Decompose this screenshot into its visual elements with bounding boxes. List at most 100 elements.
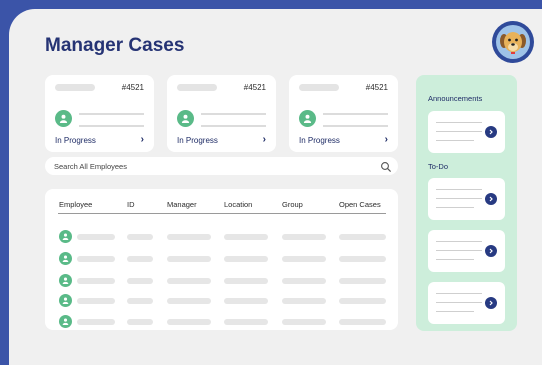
- user-icon: [59, 294, 72, 307]
- employee-table: Employee ID Manager Location Group Open …: [45, 189, 398, 330]
- search-icon[interactable]: [380, 160, 392, 173]
- column-header-id[interactable]: ID: [127, 200, 135, 209]
- cell-placeholder: [339, 234, 386, 240]
- chevron-right-icon[interactable]: ›: [141, 134, 144, 145]
- avatar[interactable]: [492, 21, 534, 63]
- placeholder-line: [436, 311, 474, 312]
- case-status: In Progress: [55, 136, 96, 145]
- cell-placeholder: [339, 319, 386, 325]
- cell-placeholder: [167, 234, 211, 240]
- cell-placeholder: [224, 278, 268, 284]
- cell-placeholder: [224, 298, 268, 304]
- column-header-open-cases[interactable]: Open Cases: [339, 200, 381, 209]
- cell-placeholder: [167, 298, 211, 304]
- todo-card[interactable]: [428, 282, 505, 324]
- cell-placeholder: [77, 319, 115, 325]
- cell-placeholder: [77, 298, 115, 304]
- placeholder-line: [436, 293, 482, 294]
- side-panel: Announcements To-Do: [416, 75, 517, 331]
- case-status: In Progress: [177, 136, 218, 145]
- chevron-right-icon[interactable]: [485, 193, 497, 205]
- chevron-right-icon[interactable]: [485, 297, 497, 309]
- cell-placeholder: [77, 234, 115, 240]
- column-header-employee[interactable]: Employee: [59, 200, 92, 209]
- cell-placeholder: [167, 278, 211, 284]
- header-divider: [58, 213, 386, 214]
- case-id: #4521: [121, 83, 144, 92]
- placeholder-line: [201, 113, 266, 115]
- cell-placeholder: [224, 256, 268, 262]
- cell-placeholder: [224, 319, 268, 325]
- cell-placeholder: [282, 278, 326, 284]
- page-title: Manager Cases: [45, 35, 185, 56]
- announcements-title: Announcements: [428, 94, 483, 103]
- table-row[interactable]: [45, 230, 398, 245]
- cell-placeholder: [339, 256, 386, 262]
- chevron-right-icon[interactable]: [485, 245, 497, 257]
- cell-placeholder: [77, 256, 115, 262]
- search-bar: [45, 157, 398, 175]
- case-title-placeholder: [177, 84, 217, 91]
- cell-placeholder: [127, 319, 153, 325]
- user-icon: [59, 274, 72, 287]
- chevron-right-icon[interactable]: [485, 126, 497, 138]
- cell-placeholder: [127, 298, 153, 304]
- table-row[interactable]: [45, 274, 398, 289]
- column-header-manager[interactable]: Manager: [167, 200, 197, 209]
- cell-placeholder: [282, 234, 326, 240]
- cell-placeholder: [127, 256, 153, 262]
- placeholder-line: [201, 125, 266, 127]
- placeholder-line: [436, 207, 474, 208]
- todo-card[interactable]: [428, 178, 505, 220]
- cell-placeholder: [282, 298, 326, 304]
- cell-placeholder: [339, 278, 386, 284]
- cell-placeholder: [77, 278, 115, 284]
- placeholder-line: [436, 302, 482, 303]
- column-header-location[interactable]: Location: [224, 200, 252, 209]
- todo-title: To-Do: [428, 162, 449, 171]
- placeholder-line: [436, 241, 482, 242]
- user-icon: [59, 230, 72, 243]
- table-row[interactable]: [45, 294, 398, 309]
- dog-avatar-icon: [496, 25, 530, 59]
- placeholder-line: [79, 113, 144, 115]
- todo-card[interactable]: [428, 230, 505, 272]
- case-title-placeholder: [55, 84, 95, 91]
- chevron-right-icon[interactable]: ›: [385, 134, 388, 145]
- placeholder-line: [323, 113, 388, 115]
- placeholder-line: [436, 140, 474, 141]
- column-header-group[interactable]: Group: [282, 200, 303, 209]
- user-icon: [55, 110, 72, 127]
- placeholder-line: [436, 250, 482, 251]
- table-row[interactable]: [45, 252, 398, 267]
- case-id: #4521: [243, 83, 266, 92]
- placeholder-line: [436, 131, 482, 132]
- case-title-placeholder: [299, 84, 339, 91]
- case-id: #4521: [365, 83, 388, 92]
- user-icon: [59, 252, 72, 265]
- placeholder-line: [436, 189, 482, 190]
- placeholder-line: [436, 259, 474, 260]
- placeholder-line: [436, 198, 482, 199]
- placeholder-line: [79, 125, 144, 127]
- placeholder-line: [323, 125, 388, 127]
- user-icon: [59, 315, 72, 328]
- cell-placeholder: [127, 278, 153, 284]
- cell-placeholder: [339, 298, 386, 304]
- table-row[interactable]: [45, 315, 398, 330]
- app-frame: Manager Cases #4521 In Progress › #4521 …: [9, 9, 542, 365]
- user-icon: [299, 110, 316, 127]
- cell-placeholder: [167, 256, 211, 262]
- cell-placeholder: [282, 319, 326, 325]
- announcement-card[interactable]: [428, 111, 505, 153]
- cell-placeholder: [167, 319, 211, 325]
- case-card[interactable]: #4521 In Progress ›: [289, 75, 398, 152]
- cell-placeholder: [282, 256, 326, 262]
- case-status: In Progress: [299, 136, 340, 145]
- search-input[interactable]: [54, 160, 354, 172]
- cell-placeholder: [224, 234, 268, 240]
- placeholder-line: [436, 122, 482, 123]
- case-card[interactable]: #4521 In Progress ›: [167, 75, 276, 152]
- case-card[interactable]: #4521 In Progress ›: [45, 75, 154, 152]
- chevron-right-icon[interactable]: ›: [263, 134, 266, 145]
